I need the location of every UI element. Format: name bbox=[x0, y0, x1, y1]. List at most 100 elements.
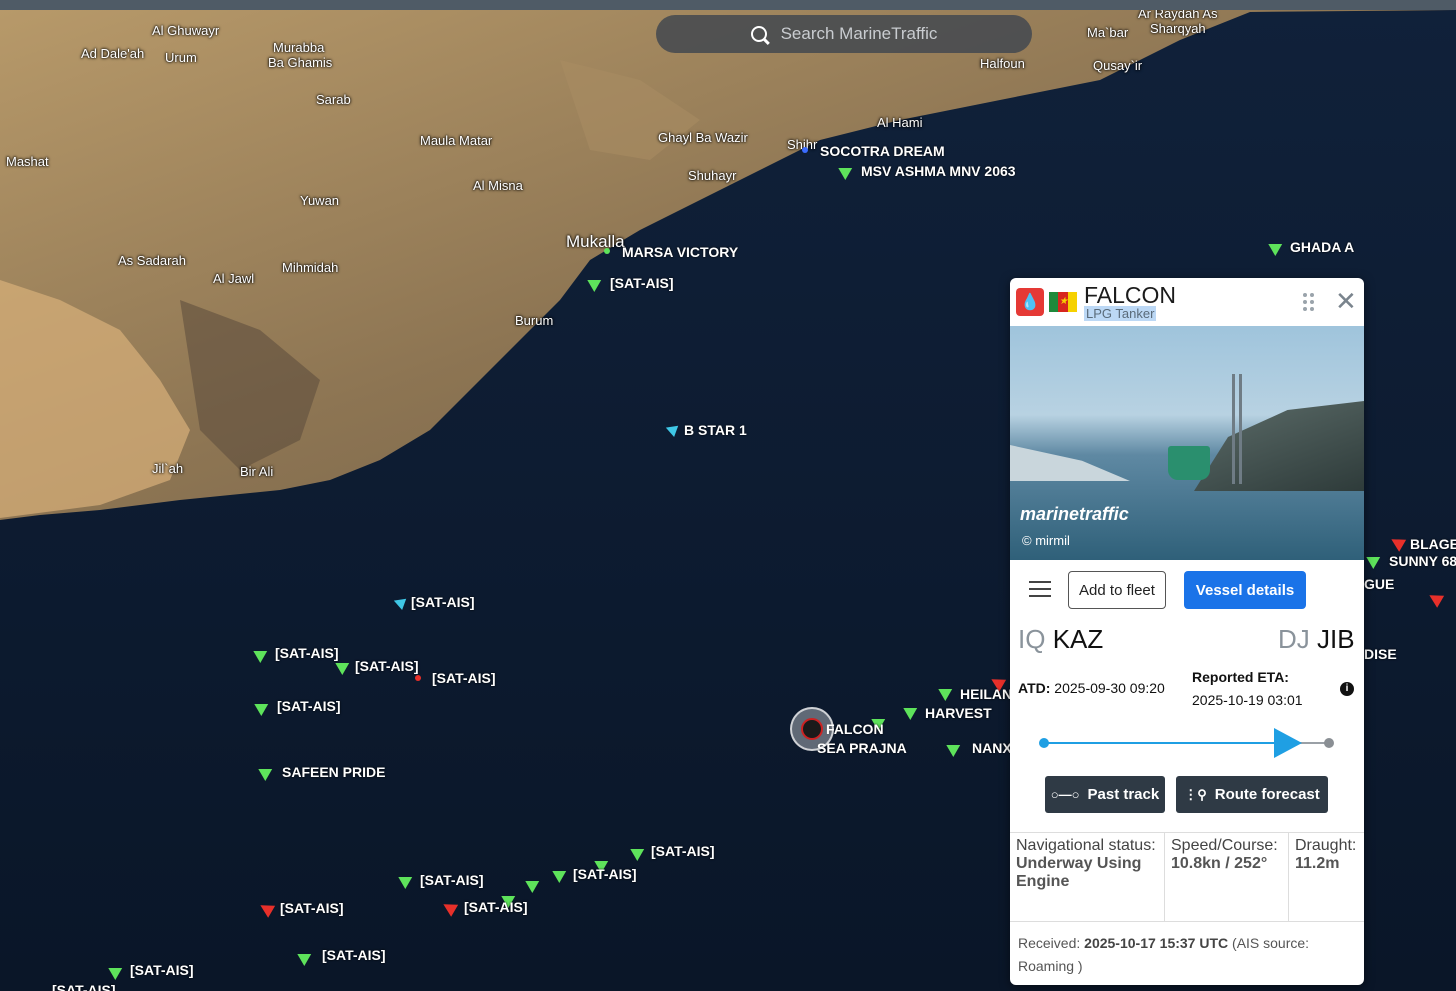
vessel-position-arrow-icon bbox=[1274, 728, 1302, 758]
ship-label[interactable]: [SAT-AIS] bbox=[52, 982, 116, 991]
ship-marker[interactable] bbox=[802, 147, 808, 153]
route-forecast-icon: ⋮⚲ bbox=[1184, 786, 1207, 802]
origin-port[interactable]: IQ KAZ bbox=[1018, 624, 1103, 655]
ship-label[interactable]: NANX bbox=[972, 740, 1012, 756]
ship-label[interactable]: SUNNY 68 bbox=[1389, 553, 1456, 569]
nav-status-value: Underway Using Engine bbox=[1016, 855, 1142, 890]
place-label: Qusay`ir bbox=[1093, 58, 1143, 73]
ship-label[interactable]: HARVEST bbox=[925, 705, 992, 721]
dest-port-code: JIB bbox=[1317, 624, 1355, 654]
ship-label[interactable]: SAFEEN PRIDE bbox=[282, 764, 385, 780]
add-to-fleet-button[interactable]: Add to fleet bbox=[1068, 571, 1166, 609]
origin-port-code: KAZ bbox=[1052, 624, 1104, 654]
atd: ATD: 2025-09-30 09:20 bbox=[1018, 680, 1165, 696]
ship-label[interactable]: SEA PRAJNA bbox=[817, 740, 907, 756]
vessel-info-panel: 💧 ★ FALCON LPG Tanker ✕ marinetraffic © … bbox=[1010, 278, 1364, 985]
ship-label[interactable]: [SAT-AIS] bbox=[322, 947, 386, 963]
place-label: Jil`ah bbox=[152, 461, 184, 476]
place-label: Ma`bar bbox=[1087, 25, 1129, 40]
ship-label[interactable]: [SAT-AIS] bbox=[651, 843, 715, 859]
search-placeholder: Search MarineTraffic bbox=[780, 24, 938, 43]
destination-port[interactable]: DJ JIB bbox=[1278, 624, 1355, 655]
ship-label[interactable]: HEILAN bbox=[960, 686, 1012, 702]
draught-value: 11.2m bbox=[1295, 855, 1340, 872]
ship-label[interactable]: [SAT-AIS] bbox=[277, 698, 341, 714]
ship-label[interactable]: FALCON bbox=[826, 721, 884, 737]
ship-marker[interactable] bbox=[415, 675, 421, 681]
place-label: Burum bbox=[515, 313, 554, 328]
vessel-photo[interactable]: marinetraffic © mirmil bbox=[1010, 326, 1364, 560]
received-value: 2025-10-17 15:37 UTC bbox=[1084, 935, 1229, 951]
ship-label[interactable]: B STAR 1 bbox=[684, 422, 747, 438]
ship-label[interactable]: SOCOTRA DREAM bbox=[820, 143, 945, 159]
place-label: Ghayl Ba Wazir bbox=[658, 130, 748, 145]
ship-marker[interactable] bbox=[604, 248, 610, 254]
ship-label[interactable]: [SAT-AIS] bbox=[573, 866, 637, 882]
past-track-label: Past track bbox=[1087, 786, 1160, 803]
action-row: Add to fleet Vessel details bbox=[1010, 570, 1364, 610]
speed-course-value: 10.8kn / 252° bbox=[1171, 855, 1268, 872]
ship-label[interactable]: [SAT-AIS] bbox=[432, 670, 496, 686]
draught-cell: Draught: 11.2m bbox=[1288, 833, 1364, 921]
draught-label: Draught: bbox=[1295, 837, 1357, 854]
atd-value: 2025-09-30 09:20 bbox=[1054, 680, 1165, 696]
search-bar[interactable]: Search MarineTraffic bbox=[656, 15, 1032, 53]
eta-value: 2025-10-19 03:01 bbox=[1192, 692, 1303, 708]
past-track-icon: ○—○ bbox=[1050, 787, 1080, 802]
ship-label[interactable]: [SAT-AIS] bbox=[130, 962, 194, 978]
ship-label[interactable]: DISE bbox=[1364, 646, 1397, 662]
top-bar bbox=[0, 0, 1456, 10]
eta-label: Reported ETA: bbox=[1192, 669, 1289, 685]
ship-label[interactable]: [SAT-AIS] bbox=[411, 594, 475, 610]
speed-course-cell: Speed/Course: 10.8kn / 252° bbox=[1164, 833, 1295, 921]
info-icon[interactable]: i bbox=[1340, 682, 1354, 696]
photo-credit: © mirmil bbox=[1022, 533, 1070, 548]
selected-vessel-marker[interactable] bbox=[790, 707, 834, 751]
ship-label[interactable]: GUE bbox=[1364, 576, 1394, 592]
place-label: Ba Ghamis bbox=[268, 55, 333, 70]
route-forecast-label: Route forecast bbox=[1214, 786, 1320, 803]
atd-label: ATD: bbox=[1018, 680, 1051, 696]
origin-country-code: IQ bbox=[1018, 624, 1046, 654]
ship-label[interactable]: [SAT-AIS] bbox=[280, 900, 344, 916]
ship-label[interactable]: [SAT-AIS] bbox=[275, 645, 339, 661]
ship-label[interactable]: [SAT-AIS] bbox=[610, 275, 674, 291]
place-label: Murabba bbox=[273, 40, 325, 55]
place-label: Al Ghuwayr bbox=[152, 23, 220, 38]
tanker-icon: 💧 bbox=[1016, 288, 1044, 316]
vessel-type: LPG Tanker bbox=[1084, 306, 1157, 321]
past-track-button[interactable]: ○—○ Past track bbox=[1045, 776, 1165, 813]
place-label: Al Hami bbox=[877, 115, 923, 130]
place-label: Mukalla bbox=[566, 232, 625, 251]
drag-handle-icon[interactable] bbox=[1303, 293, 1317, 313]
menu-icon[interactable] bbox=[1029, 581, 1051, 597]
place-label: Al Misna bbox=[473, 178, 523, 193]
close-icon[interactable]: ✕ bbox=[1335, 288, 1357, 314]
ship-label[interactable]: MARSA VICTORY bbox=[622, 244, 738, 260]
flag-icon: ★ bbox=[1049, 292, 1077, 312]
vessel-details-button[interactable]: Vessel details bbox=[1184, 571, 1306, 609]
voyage-end-dot bbox=[1324, 738, 1334, 748]
place-label: Yuwan bbox=[300, 193, 340, 208]
place-label: Sharqyah bbox=[1150, 21, 1206, 36]
place-label: Sarab bbox=[316, 92, 351, 107]
ship-label[interactable]: [SAT-AIS] bbox=[420, 872, 484, 888]
place-label: Mihmidah bbox=[282, 260, 339, 275]
ship-label[interactable]: GHADA A bbox=[1290, 239, 1354, 255]
route-forecast-button[interactable]: ⋮⚲ Route forecast bbox=[1176, 776, 1328, 813]
search-icon bbox=[750, 26, 767, 42]
place-label: Urum bbox=[165, 50, 197, 65]
ship-label[interactable]: [SAT-AIS] bbox=[464, 899, 528, 915]
nav-status-label: Navigational status: bbox=[1016, 837, 1156, 854]
ship-label[interactable]: [SAT-AIS] bbox=[355, 658, 419, 674]
place-label: Mashat bbox=[6, 154, 49, 169]
route-ports: IQ KAZ DJ JIB bbox=[1010, 624, 1364, 660]
received-info: Received: 2025-10-17 15:37 UTC (AIS sour… bbox=[1018, 932, 1358, 978]
panel-header: 💧 ★ FALCON LPG Tanker ✕ bbox=[1010, 278, 1364, 326]
ship-label[interactable]: BLAGE bbox=[1410, 536, 1456, 552]
voyage-start-dot bbox=[1039, 738, 1049, 748]
place-label: Ad Dale'ah bbox=[81, 46, 145, 61]
ship-label[interactable]: MSV ASHMA MNV 2063 bbox=[861, 163, 1016, 179]
photo-watermark: marinetraffic bbox=[1020, 504, 1129, 524]
received-label: Received: bbox=[1018, 935, 1081, 951]
